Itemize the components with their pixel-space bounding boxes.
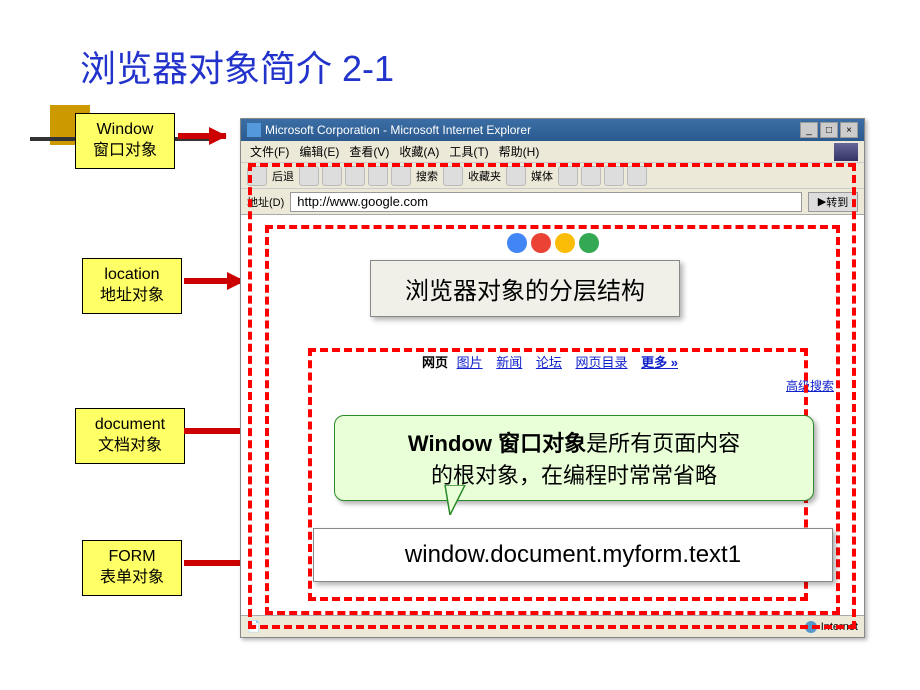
- label-form-object: FORM 表单对象: [82, 540, 182, 596]
- favorites-button[interactable]: [443, 166, 463, 186]
- media-button[interactable]: [506, 166, 526, 186]
- ie-addressbar: 地址(D) http://www.google.com ▶转到: [241, 189, 864, 215]
- google-tabs: 网页 图片 新闻 论坛 网页目录 更多 »: [241, 346, 864, 377]
- refresh-button[interactable]: [345, 166, 365, 186]
- label-window-object: Window 窗口对象: [75, 113, 175, 169]
- menu-file[interactable]: 文件(F): [247, 143, 292, 160]
- callout-rest1: 是所有页面内容: [586, 431, 740, 456]
- ie-menubar: 文件(F) 编辑(E) 查看(V) 收藏(A) 工具(T) 帮助(H): [241, 141, 864, 163]
- label-document-cn: 文档对象: [86, 436, 174, 457]
- label-form-cn: 表单对象: [93, 568, 171, 589]
- label-window-en: Window: [86, 120, 164, 141]
- ie-titlebar: Microsoft Corporation - Microsoft Intern…: [241, 119, 864, 141]
- ie-throbber-icon: [834, 143, 858, 161]
- ie-statusbar: 📄 Internet: [241, 615, 864, 637]
- callout-tail-icon: [440, 485, 470, 515]
- internet-zone-icon: [805, 621, 817, 633]
- menu-edit[interactable]: 编辑(E): [296, 143, 342, 160]
- label-location-cn: 地址对象: [93, 286, 171, 307]
- tab-groups[interactable]: 论坛: [536, 355, 562, 370]
- status-page-icon: 📄: [247, 620, 261, 633]
- tab-more[interactable]: 更多 »: [641, 355, 678, 370]
- menu-help[interactable]: 帮助(H): [496, 143, 543, 160]
- history-button[interactable]: [558, 166, 578, 186]
- slide-title: 浏览器对象简介 2-1: [80, 40, 394, 92]
- hierarchy-title-box: 浏览器对象的分层结构: [370, 260, 680, 317]
- label-document-object: document 文档对象: [75, 408, 185, 464]
- menu-favorites[interactable]: 收藏(A): [396, 143, 442, 160]
- label-location-en: location: [93, 265, 171, 286]
- media-label: 媒体: [529, 168, 555, 184]
- tab-images[interactable]: 图片: [457, 355, 483, 370]
- forward-button[interactable]: [299, 166, 319, 186]
- back-button[interactable]: [247, 166, 267, 186]
- label-form-en: FORM: [93, 547, 171, 568]
- internet-zone-label: Internet: [821, 621, 858, 633]
- minimize-button[interactable]: _: [800, 122, 818, 138]
- arrow-location: [184, 280, 244, 282]
- tab-news[interactable]: 新闻: [496, 355, 522, 370]
- label-location-object: location 地址对象: [82, 258, 182, 314]
- close-button[interactable]: ×: [840, 122, 858, 138]
- window-control-buttons: _ □ ×: [800, 122, 858, 138]
- advanced-search-row: 高级搜索: [241, 377, 864, 394]
- ie-toolbar: 后退 搜索 收藏夹 媒体: [241, 163, 864, 189]
- edit-button[interactable]: [627, 166, 647, 186]
- tab-directory[interactable]: 网页目录: [576, 355, 628, 370]
- menu-tools[interactable]: 工具(T): [446, 143, 491, 160]
- address-label: 地址(D): [247, 194, 284, 210]
- arrow-window: [178, 135, 226, 137]
- address-input[interactable]: http://www.google.com: [290, 192, 802, 212]
- label-window-cn: 窗口对象: [86, 141, 164, 162]
- back-label: 后退: [270, 168, 296, 184]
- print-button[interactable]: [604, 166, 624, 186]
- advanced-search-link[interactable]: 高级搜索: [786, 379, 834, 393]
- menu-view[interactable]: 查看(V): [346, 143, 392, 160]
- home-button[interactable]: [368, 166, 388, 186]
- callout-window-root: Window 窗口对象是所有页面内容 的根对象，在编程时常常省略: [334, 415, 814, 501]
- code-example-box: window.document.myform.text1: [313, 528, 833, 582]
- label-document-en: document: [86, 415, 174, 436]
- ie-title-text: Microsoft Corporation - Microsoft Intern…: [265, 123, 531, 137]
- search-label: 搜索: [414, 168, 440, 184]
- search-button[interactable]: [391, 166, 411, 186]
- go-button[interactable]: ▶转到: [808, 192, 858, 212]
- maximize-button[interactable]: □: [820, 122, 838, 138]
- favorites-label: 收藏夹: [466, 168, 503, 184]
- callout-bold: Window 窗口对象: [408, 431, 586, 456]
- address-url-text: http://www.google.com: [297, 194, 428, 209]
- tab-web[interactable]: 网页: [422, 355, 448, 370]
- mail-button[interactable]: [581, 166, 601, 186]
- ie-app-icon: [247, 123, 261, 137]
- stop-button[interactable]: [322, 166, 342, 186]
- callout-line2: 的根对象，在编程时常常省略: [351, 458, 797, 490]
